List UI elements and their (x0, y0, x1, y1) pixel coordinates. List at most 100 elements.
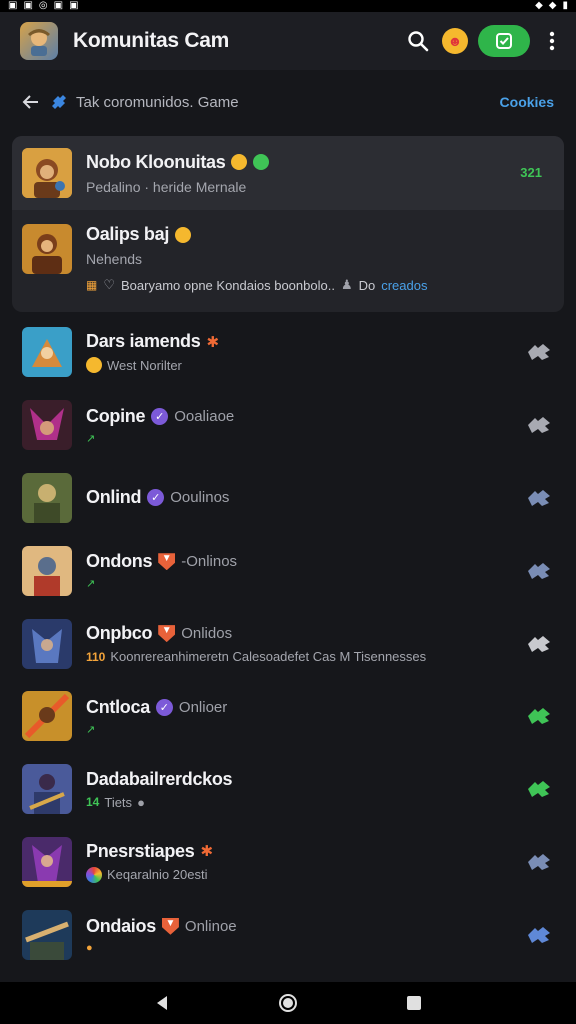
pinned-communities-card: Nobo Kloonuitas Pedalino · heride Mernal… (12, 136, 564, 312)
avatar (22, 909, 72, 960)
list-item-title: Dadabailrerdckos (86, 769, 524, 790)
list-item[interactable]: Ondaios ▼ Onlinoe ● (0, 898, 576, 971)
game-avatar-icon (22, 909, 72, 960)
avatar (22, 691, 72, 742)
join-button[interactable] (524, 850, 554, 874)
breadcrumb-text: Tak coromunidos. Game (76, 93, 239, 111)
community-name: Onpbco (86, 623, 153, 644)
status-right: ◆ ◆ ▮ (535, 0, 568, 12)
pinned-item[interactable]: Oalips baj Nehends ▦ ♡ Boaryamo opne Kon… (12, 210, 564, 312)
color-ball-icon (86, 866, 102, 883)
community-name: Copine (86, 405, 146, 426)
status-left: ▣ ▣ ◎ ▣ ▣ (8, 0, 79, 12)
verified-toggle-button[interactable] (478, 25, 530, 57)
list-item[interactable]: Ondons ▼ -Onlinos ↗ (0, 534, 576, 607)
pinned-item[interactable]: Nobo Kloonuitas Pedalino · heride Mernal… (12, 136, 564, 210)
gamepad-icon (528, 562, 550, 579)
warrior-avatar-icon (22, 224, 72, 274)
game-avatar-icon (22, 691, 72, 742)
list-item-body: Ondons ▼ -Onlinos ↗ (86, 551, 524, 590)
gamepad-icon (528, 781, 550, 798)
join-button[interactable] (524, 340, 554, 364)
shield-badge-icon: ▼ (158, 625, 176, 643)
join-button[interactable] (524, 704, 554, 728)
avatar (22, 545, 72, 596)
list-item-title: Cntloca ✓ Onlioer (86, 697, 524, 718)
online-status: Onlinoe (184, 917, 237, 935)
game-avatar-icon (22, 545, 72, 596)
online-status: Onlioer (178, 698, 228, 716)
count-tag: 110 (86, 649, 106, 664)
image-icon: ▣ (69, 0, 79, 11)
back-icon[interactable] (153, 994, 171, 1012)
gamepad-icon (528, 344, 550, 361)
list-item-subtitle: 110 Koonrereanhimeretn Calesoadefet Cas … (86, 649, 524, 664)
list-item[interactable]: Onlind ✓ Ooulinos (0, 462, 576, 535)
online-status: -Onlinos (181, 553, 238, 571)
shield-check-icon (496, 33, 512, 49)
list-item[interactable]: Dars iamends ✱ West Norilter (0, 316, 576, 389)
game-avatar-icon (22, 472, 72, 523)
list-item[interactable]: Onpbco ▼ Onlidos 110 Koonrereanhimeretn … (0, 607, 576, 680)
info-icon: ● (137, 794, 145, 810)
home-icon[interactable] (278, 993, 298, 1013)
pinned-item-title: Nobo Kloonuitas (86, 152, 554, 173)
breadcrumb: Tak coromunidos. Game Cookies (0, 84, 576, 120)
list-item-body: Copine ✓ Ooaliaoe ↗ (86, 406, 524, 445)
community-name: Dadabailrerdckos (86, 768, 233, 789)
pinned-item-body: Oalips baj Nehends ▦ ♡ Boaryamo opne Kon… (86, 224, 554, 293)
notif-icon: ▣ (23, 0, 33, 11)
warrior-avatar-icon (28, 29, 50, 56)
community-list: Dars iamends ✱ West Norilter Copine ✓ Oo… (0, 316, 576, 971)
thinking-emoji-icon (175, 226, 192, 243)
list-item[interactable]: Dadabailrerdckos 14 Tiets ● (0, 753, 576, 826)
search-icon (408, 31, 429, 52)
recents-icon[interactable] (405, 994, 423, 1012)
game-avatar-icon (22, 836, 72, 887)
list-item[interactable]: Copine ✓ Ooaliaoe ↗ (0, 389, 576, 462)
pinned-item-subtitle: Pedalino · heride Mernale (86, 178, 247, 195)
search-button[interactable] (400, 23, 436, 59)
system-nav-bar (0, 982, 576, 1024)
list-item-subtitle: ↗ (86, 723, 524, 736)
list-item-body: Dadabailrerdckos 14 Tiets ● (86, 769, 524, 810)
join-button[interactable] (524, 413, 554, 437)
count-tag: 14 (86, 795, 100, 810)
gamepad-icon (528, 489, 550, 506)
more-options-button[interactable] (542, 23, 562, 59)
gamepad-icon (528, 417, 550, 434)
join-button[interactable] (524, 632, 554, 656)
green-status-icon (253, 154, 270, 170)
heart-icon: ♡ (103, 277, 115, 292)
join-button[interactable] (524, 559, 554, 583)
pinned-item-name: Oalips baj (86, 224, 170, 244)
list-item[interactable]: Pnesrstiapes ✱ Keqaralnio 20esti (0, 826, 576, 899)
list-item-title: Onlind ✓ Ooulinos (86, 487, 524, 508)
join-button[interactable] (524, 777, 554, 801)
subtitle-text: Tiets (104, 794, 133, 810)
community-logo[interactable] (20, 22, 58, 60)
cookies-link[interactable]: Cookies (500, 94, 554, 110)
pinned-item-preview: ▦ ♡ Boaryamo opne Kondaios boonbolo.. ♟ … (86, 277, 554, 293)
community-name: Cntloca (86, 696, 150, 717)
list-item-body: Ondaios ▼ Onlinoe ● (86, 916, 524, 954)
notif-icon: ▣ (8, 0, 18, 11)
emoji-reaction-button[interactable]: ☻ (442, 28, 468, 54)
app-bar: Komunitas Cam ☻ (0, 12, 576, 70)
list-item[interactable]: Cntloca ✓ Onlioer ↗ (0, 680, 576, 753)
community-name: Ondaios (86, 915, 156, 936)
avatar (22, 148, 72, 198)
join-button[interactable] (524, 486, 554, 510)
subtitle-text: Keqaralnio 20esti (107, 867, 208, 883)
gamepad-icon (528, 926, 550, 943)
face-icon: ☻ (447, 33, 463, 49)
community-name: Dars iamends (86, 331, 201, 352)
list-item-subtitle: ● (86, 942, 524, 954)
join-button[interactable] (524, 923, 554, 947)
avatar (22, 836, 72, 887)
list-item-subtitle: Keqaralnio 20esti (86, 866, 524, 883)
game-avatar-icon (22, 400, 72, 451)
warrior-avatar-icon (22, 148, 72, 198)
back-arrow-icon[interactable] (22, 93, 40, 111)
creados-link[interactable]: creados (381, 278, 427, 293)
